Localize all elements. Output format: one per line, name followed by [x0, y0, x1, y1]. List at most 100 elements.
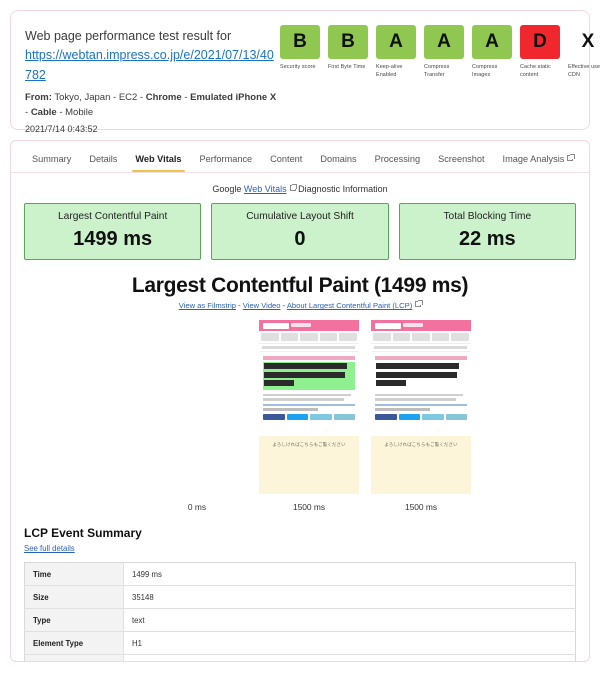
report-tab-panel: SummaryDetailsWeb VitalsPerformanceConte…: [10, 140, 590, 662]
article-kicker: [375, 356, 467, 360]
tab-label: Summary: [32, 154, 71, 164]
frame-timestamp: 0 ms: [147, 502, 247, 512]
thumbnail-gap: [371, 423, 471, 436]
promo-text: よろしければこちらもご覧ください: [259, 442, 359, 448]
page-title: Web page performance test result for: [25, 27, 280, 45]
filmstrip-frame[interactable]: よろしければこちらもご覧ください0 ms: [147, 320, 247, 512]
metric-label: Largest Contentful Paint: [29, 211, 196, 223]
webvitals-subtitle: Google Web Vitals Diagnostic Information: [11, 173, 589, 194]
web-vitals-link[interactable]: Web Vitals: [244, 184, 287, 194]
social-buttons: [263, 414, 355, 420]
from-browser: Chrome: [146, 92, 182, 103]
tab-processing[interactable]: Processing: [366, 154, 429, 172]
lcp-link-row: View as Filmstrip - View Video - About L…: [11, 301, 589, 310]
article-body: [263, 394, 355, 401]
lcp-element-h1: [263, 362, 355, 390]
grade-list: BSecurity scoreB First Byte Time AKeep-ali…: [280, 23, 600, 80]
metric-label: Cumulative Layout Shift: [216, 211, 383, 223]
table-row-key: Type: [25, 609, 124, 632]
table-row: Size35148: [25, 586, 576, 609]
tab-request-map[interactable]: Request Map: [582, 154, 590, 172]
filmstrip-frame[interactable]: よろしければこちらもご覧ください1500 ms: [259, 320, 359, 512]
table-row: Time1499 ms: [25, 563, 576, 586]
test-configuration: From: Tokyo, Japan - EC2 - Chrome - Emul…: [25, 90, 280, 120]
tab-bar: Summary Details Web VitalsPerformance Conte…: [11, 141, 589, 173]
table-row: Typetext: [25, 609, 576, 632]
separator-2: -: [25, 107, 28, 118]
table-row-value: text: [124, 609, 576, 632]
see-full-details-row: See full details: [24, 544, 589, 553]
tab-performance[interactable]: Performance: [191, 154, 262, 172]
filmstrip-frame[interactable]: よろしければこちらもご覧ください1500 ms: [371, 320, 471, 512]
grade-item: XEffective use of CDN: [568, 25, 600, 80]
link-separator-2: -: [283, 301, 286, 310]
tab-domains[interactable]: Domains: [311, 154, 365, 172]
subtitle-suffix: Diagnostic Information: [298, 184, 388, 194]
from-label: From:: [25, 92, 52, 103]
tab-label: Details: [89, 154, 117, 164]
table-row-value: H1: [124, 632, 576, 655]
test-timestamp: 2021/7/14 0:43:52: [25, 124, 280, 134]
thumbnail-gap: [259, 423, 359, 436]
view-as-filmstrip-link[interactable]: View as Filmstrip: [179, 301, 236, 310]
article-body: [375, 394, 467, 401]
grade-item: B First Byte Time: [328, 25, 368, 80]
tab-web-vitals[interactable]: Web Vitals: [126, 154, 190, 172]
grade-item: ACompress Transfer: [424, 25, 464, 80]
from-location: Tokyo, Japan - EC2 -: [54, 92, 143, 103]
from-connection: Cable: [31, 107, 57, 118]
tab-label: Content: [270, 154, 302, 164]
external-link-icon: [290, 185, 296, 191]
site-header-bar: [371, 320, 471, 331]
see-full-details-link[interactable]: See full details: [24, 544, 75, 553]
report-meta: Web page performance test result for htt…: [25, 23, 280, 134]
table-row-value: 1499 ms: [124, 563, 576, 586]
table-row-key: Time: [25, 563, 124, 586]
from-device: Emulated iPhone X: [190, 92, 276, 103]
tested-url-link[interactable]: https://webtan.impress.co.jp/e/2021/07/1…: [25, 45, 280, 85]
grade-label: Compress Images: [472, 64, 512, 80]
tab-content[interactable]: Content: [261, 154, 311, 172]
tab-label: Image Analysis: [503, 154, 565, 164]
breadcrumb: [259, 344, 359, 352]
site-logo: [263, 323, 289, 329]
grade-item: BSecurity score: [280, 25, 320, 80]
about-lcp-link[interactable]: About Largest Contentful Paint (LCP): [287, 301, 412, 310]
view-video-link[interactable]: View Video: [243, 301, 281, 310]
lcp-element-h1: [375, 362, 467, 390]
tab-summary[interactable]: Summary: [23, 154, 80, 172]
grade-label: First Byte Time: [328, 64, 368, 72]
tab-image-analysis[interactable]: Image Analysis: [494, 154, 583, 172]
from-mode: Mobile: [65, 107, 93, 118]
table-row: Outer HTML<h1 class="title ">作ろう共通言語——部署…: [25, 655, 576, 662]
subtitle-prefix: Google: [212, 184, 241, 194]
external-link-icon: [567, 155, 573, 161]
table-row: Element TypeH1: [25, 632, 576, 655]
table-row-key: Element Type: [25, 632, 124, 655]
separator-1: -: [184, 92, 187, 103]
grade-letter-box: B: [328, 25, 368, 59]
grade-letter-box: A: [376, 25, 416, 59]
filmstrip: よろしければこちらもご覧ください0 msよろしければこちらもご覧ください1500…: [11, 320, 589, 512]
site-logo-text: [403, 323, 423, 327]
grade-label: Cache static content: [520, 64, 560, 80]
grade-item: AKeep-alive Enabled: [376, 25, 416, 80]
link-separator-1: -: [238, 301, 241, 310]
promo-text: よろしければこちらもご覧ください: [371, 442, 471, 448]
page-thumbnail[interactable]: [371, 320, 471, 423]
grade-letter-box: X: [568, 25, 600, 59]
grade-letter-box: B: [280, 25, 320, 59]
metric-value: 22 ms: [404, 228, 571, 250]
promo-block: よろしければこちらもご覧ください: [259, 436, 359, 494]
promo-block: よろしければこちらもご覧ください: [371, 436, 471, 494]
lcp-event-summary-heading: LCP Event Summary: [24, 526, 589, 540]
metric-value: 0: [216, 228, 383, 250]
separator-3: -: [59, 107, 62, 118]
tab-details[interactable]: Details: [80, 154, 126, 172]
site-logo-text: [291, 323, 311, 327]
page-thumbnail[interactable]: [259, 320, 359, 423]
article-meta-links: [375, 404, 467, 411]
tab-label: Processing: [375, 154, 420, 164]
table-row-key: Outer HTML: [25, 655, 124, 662]
tab-screenshot[interactable]: Screenshot: [429, 154, 493, 172]
